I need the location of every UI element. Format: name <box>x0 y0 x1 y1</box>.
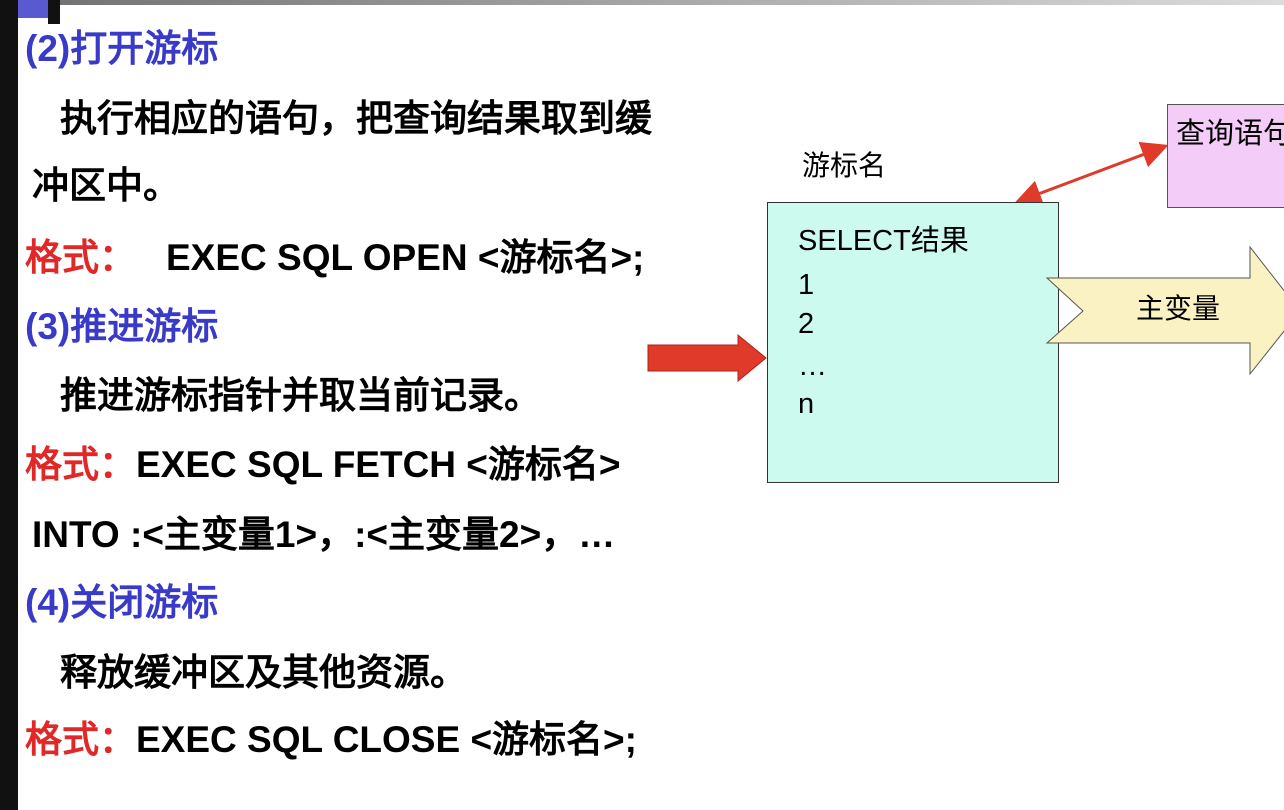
host-variable-arrow <box>1045 245 1284 376</box>
host-variable-label: 主变量 <box>1136 293 1221 324</box>
